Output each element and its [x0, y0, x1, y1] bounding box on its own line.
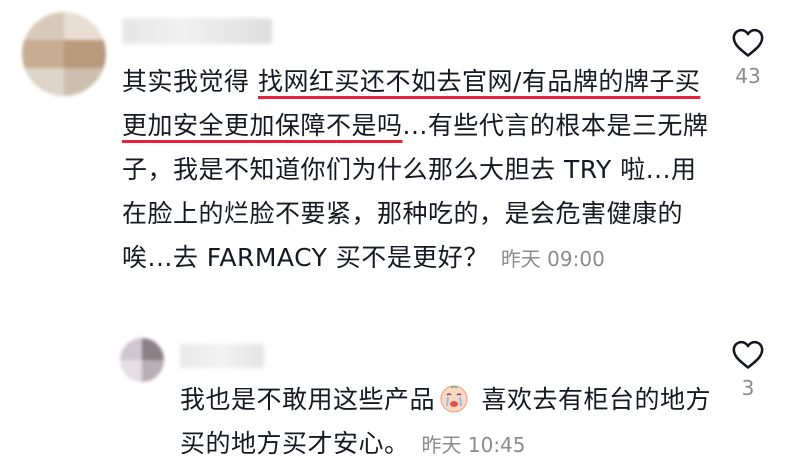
- reply-text: 我也是不敢用这些产品 喜欢去有柜台的地方买的地方买才安心。 昨天 10:45: [180, 378, 720, 467]
- comment-text-prefix: 其实我觉得: [122, 67, 258, 96]
- avatar[interactable]: [22, 12, 106, 96]
- like-count: 43: [735, 64, 761, 88]
- username[interactable]: [180, 344, 264, 368]
- heart-outline-icon: [732, 340, 764, 369]
- reply-item: 我也是不敢用这些产品 喜欢去有柜台的地方买的地方买才安心。 昨天 10:45 3: [0, 330, 800, 469]
- heart-outline-icon: [732, 28, 764, 57]
- avatar[interactable]: [120, 338, 164, 382]
- like-button[interactable]: 43: [718, 26, 778, 88]
- reply-timestamp: 昨天 10:45: [421, 433, 526, 457]
- like-count: 3: [741, 376, 755, 400]
- reply-text-before: 我也是不敢用这些产品: [180, 385, 436, 414]
- comment-timestamp: 昨天 09:00: [500, 247, 605, 271]
- comment-text: 其实我觉得 找网红买还不如去官网/有品牌的牌子买更加安全更加保障不是吗...有些…: [122, 60, 712, 281]
- crying-face-emoji: [440, 385, 468, 413]
- comment-item: 其实我觉得 找网红买还不如去官网/有品牌的牌子买更加安全更加保障不是吗...有些…: [0, 0, 800, 330]
- like-button[interactable]: 3: [718, 338, 778, 400]
- username[interactable]: [122, 18, 272, 44]
